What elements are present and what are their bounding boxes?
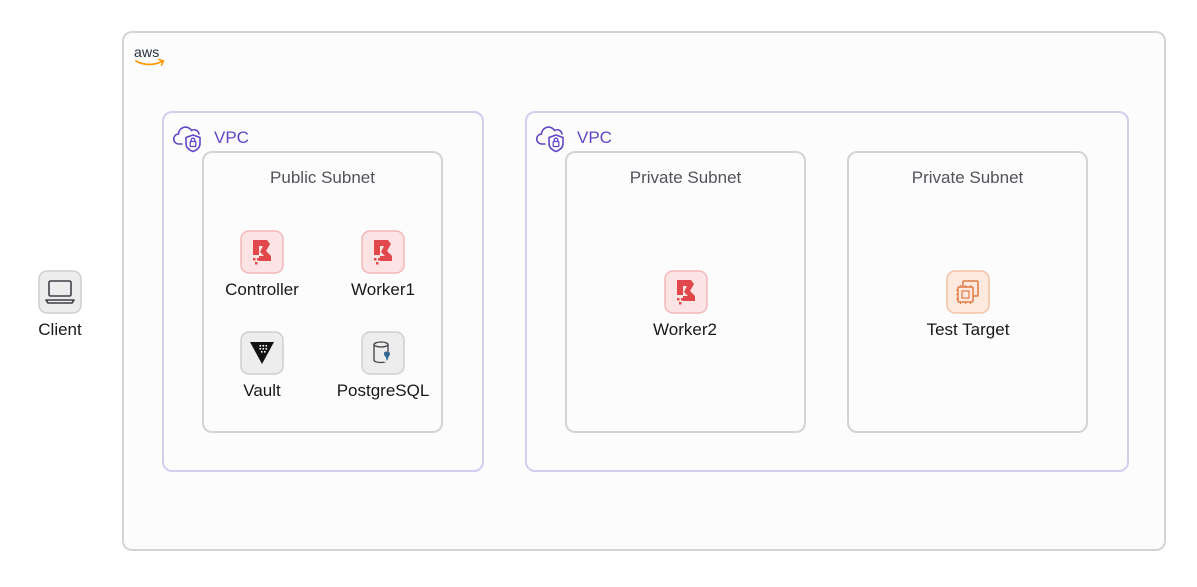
vault-icon[interactable] bbox=[240, 331, 284, 375]
worker1-boundary-icon[interactable] bbox=[361, 230, 405, 274]
vault-label: Vault bbox=[243, 381, 281, 400]
vpc-cloud-shield-icon bbox=[173, 126, 201, 153]
test-target-label: Test Target bbox=[926, 320, 1010, 339]
vpc-label-2: VPC bbox=[577, 128, 612, 147]
controller-label: Controller bbox=[225, 280, 299, 299]
worker2-boundary-icon[interactable] bbox=[664, 270, 708, 314]
vpc-cloud-shield-icon bbox=[536, 126, 564, 153]
aws-logo: aws bbox=[134, 44, 168, 68]
private-subnet-label-2: Private Subnet bbox=[911, 168, 1024, 187]
vpc-label-1: VPC bbox=[214, 128, 249, 147]
client-laptop-icon[interactable] bbox=[38, 270, 82, 314]
aws-smile-icon bbox=[135, 58, 165, 66]
private-subnet-label-1: Private Subnet bbox=[629, 168, 742, 187]
worker1-label: Worker1 bbox=[351, 280, 415, 299]
controller-boundary-icon[interactable] bbox=[240, 230, 284, 274]
public-subnet-label: Public Subnet bbox=[270, 168, 375, 187]
postgresql-label: PostgreSQL bbox=[336, 381, 430, 400]
client-label: Client bbox=[38, 320, 82, 339]
ec2-instance-icon[interactable] bbox=[946, 270, 990, 314]
worker2-label: Worker2 bbox=[653, 320, 717, 339]
postgresql-database-icon[interactable] bbox=[361, 331, 405, 375]
